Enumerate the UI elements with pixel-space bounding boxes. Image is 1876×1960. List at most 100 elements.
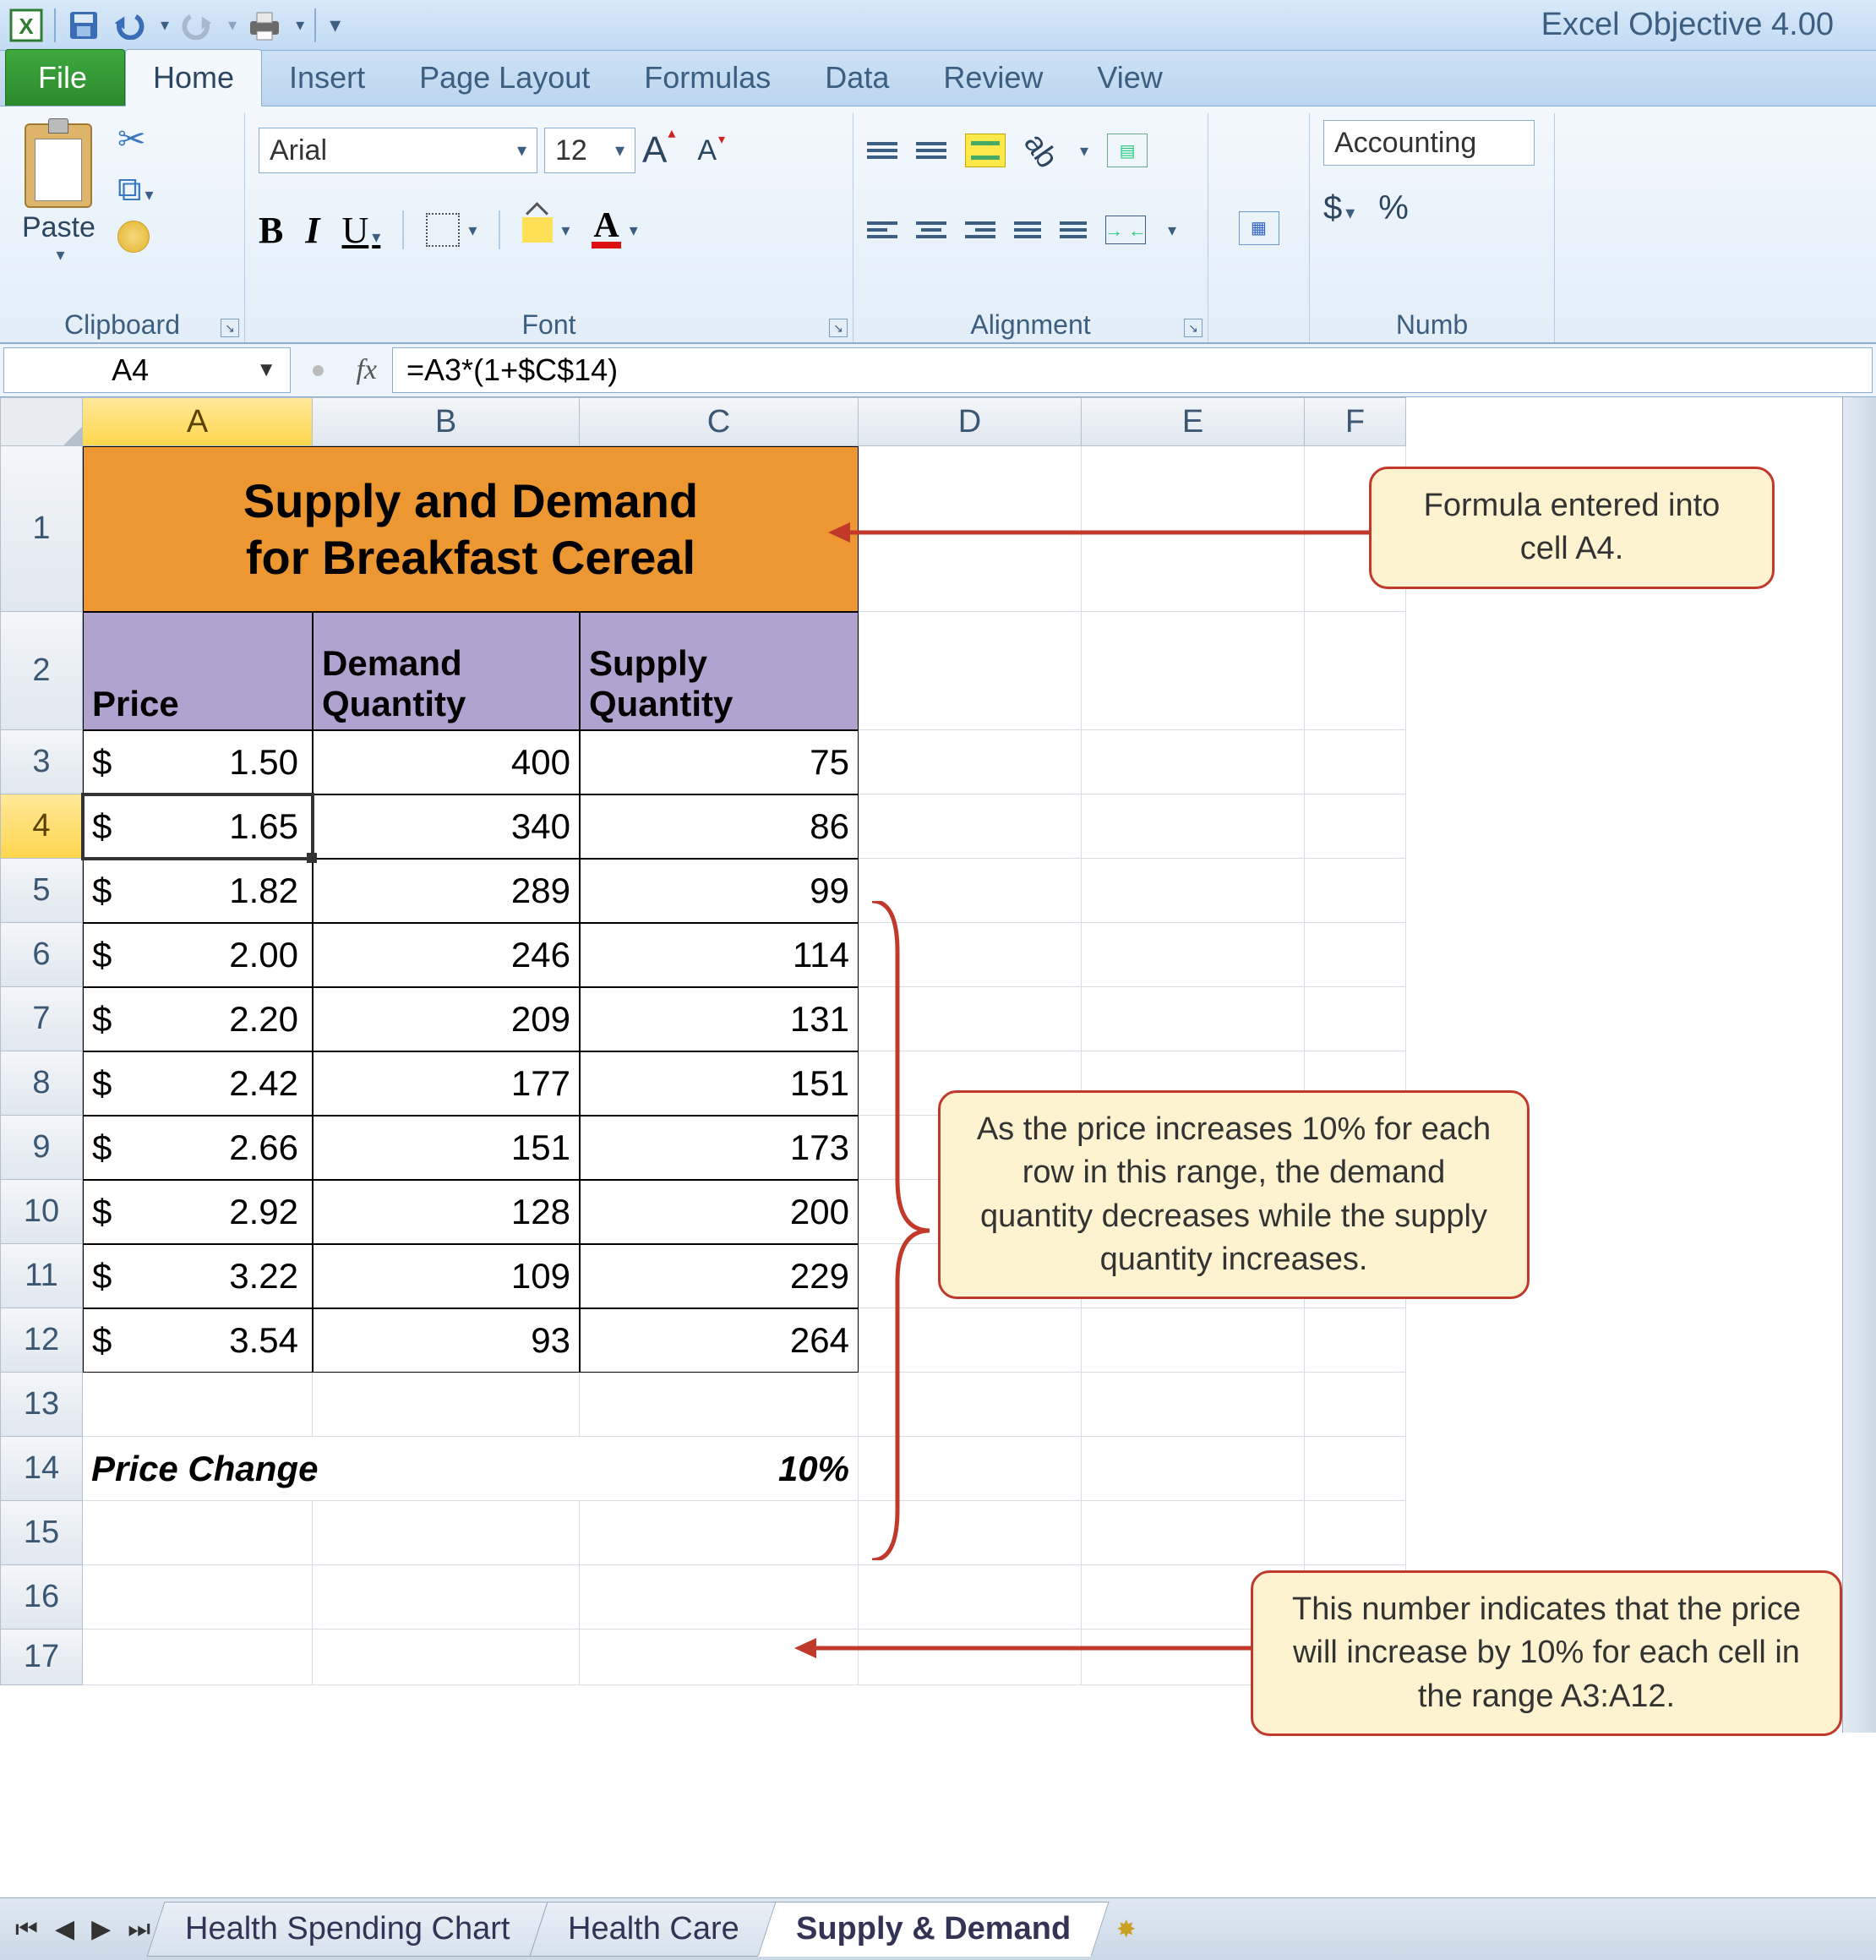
cell-C11[interactable]: 229 <box>580 1244 859 1308</box>
cell-E2[interactable] <box>1082 612 1305 730</box>
borders-button[interactable]: ▾ <box>426 213 477 247</box>
cell-C10[interactable]: 200 <box>580 1180 859 1244</box>
increase-font-icon[interactable]: A <box>642 129 667 172</box>
paste-dropdown-icon[interactable]: ▾ <box>56 244 64 265</box>
cell-B5[interactable]: 289 <box>313 859 580 923</box>
alignment-dialog-launcher-icon[interactable]: ↘ <box>1184 319 1202 337</box>
row-header-17[interactable]: 17 <box>0 1630 83 1685</box>
insert-function-icon[interactable]: fx <box>356 354 377 386</box>
row-header-1[interactable]: 1 <box>0 446 83 612</box>
cell-D2[interactable] <box>859 612 1082 730</box>
row-header-3[interactable]: 3 <box>0 730 83 794</box>
cell-E14[interactable] <box>1082 1437 1305 1501</box>
cell-E1[interactable] <box>1082 446 1305 612</box>
sheet-tab-supply-demand[interactable]: Supply & Demand <box>758 1902 1110 1957</box>
cell-A3[interactable]: $1.50 <box>83 730 313 794</box>
cell-D13[interactable] <box>859 1373 1082 1437</box>
cell-C17[interactable] <box>580 1630 859 1685</box>
cell-F5[interactable] <box>1305 859 1406 923</box>
orientation-icon[interactable]: ab <box>1017 127 1065 175</box>
cell-B17[interactable] <box>313 1630 580 1685</box>
cell-C15[interactable] <box>580 1501 859 1565</box>
print-dropdown-icon[interactable]: ▾ <box>296 14 304 35</box>
redo-dropdown-icon[interactable]: ▾ <box>228 14 237 35</box>
cell-C2[interactable]: SupplyQuantity <box>580 612 859 730</box>
bold-button[interactable]: B <box>259 209 283 252</box>
row-header-2[interactable]: 2 <box>0 612 83 730</box>
cell-D1[interactable] <box>859 446 1082 612</box>
cell-D4[interactable] <box>859 794 1082 859</box>
cell-A5[interactable]: $1.82 <box>83 859 313 923</box>
col-header-F[interactable]: F <box>1305 397 1406 446</box>
cell-E6[interactable] <box>1082 923 1305 987</box>
cell-A17[interactable] <box>83 1630 313 1685</box>
cell-C14[interactable]: 10% <box>580 1437 859 1501</box>
cell-B13[interactable] <box>313 1373 580 1437</box>
cell-C4[interactable]: 86 <box>580 794 859 859</box>
cell-F12[interactable] <box>1305 1308 1406 1373</box>
cell-F15[interactable] <box>1305 1501 1406 1565</box>
cell-B6[interactable]: 246 <box>313 923 580 987</box>
cell-E7[interactable] <box>1082 987 1305 1051</box>
insert-cells-icon[interactable]: ▦ <box>1239 211 1279 245</box>
row-header-9[interactable]: 9 <box>0 1116 83 1180</box>
tab-home[interactable]: Home <box>125 49 262 106</box>
cell-B2[interactable]: DemandQuantity <box>313 612 580 730</box>
cell-C5[interactable]: 99 <box>580 859 859 923</box>
fill-color-button[interactable]: ▾ <box>522 217 570 243</box>
accounting-format-button[interactable]: $▾ <box>1323 189 1355 227</box>
cell-F7[interactable] <box>1305 987 1406 1051</box>
align-center-icon[interactable] <box>916 221 946 238</box>
align-right-icon[interactable] <box>965 221 995 238</box>
row-header-15[interactable]: 15 <box>0 1501 83 1565</box>
cell-C12[interactable]: 264 <box>580 1308 859 1373</box>
col-header-A[interactable]: A <box>83 397 313 446</box>
cell-D15[interactable] <box>859 1501 1082 1565</box>
orientation-dropdown-icon[interactable]: ▾ <box>1080 140 1088 161</box>
cell-C3[interactable]: 75 <box>580 730 859 794</box>
cell-A6[interactable]: $2.00 <box>83 923 313 987</box>
cell-D3[interactable] <box>859 730 1082 794</box>
cell-A8[interactable]: $2.42 <box>83 1051 313 1116</box>
cell-F2[interactable] <box>1305 612 1406 730</box>
cell-A7[interactable]: $2.20 <box>83 987 313 1051</box>
cell-F13[interactable] <box>1305 1373 1406 1437</box>
font-color-button[interactable]: A▾ <box>592 211 637 248</box>
cell-D6[interactable] <box>859 923 1082 987</box>
cell-C7[interactable]: 131 <box>580 987 859 1051</box>
cell-F14[interactable] <box>1305 1437 1406 1501</box>
italic-button[interactable]: I <box>305 209 319 252</box>
row-header-11[interactable]: 11 <box>0 1244 83 1308</box>
customize-qat-icon[interactable]: ▾ <box>330 12 341 38</box>
cell-B12[interactable]: 93 <box>313 1308 580 1373</box>
font-dialog-launcher-icon[interactable]: ↘ <box>829 319 848 337</box>
format-painter-icon[interactable] <box>117 221 150 253</box>
row-header-16[interactable]: 16 <box>0 1565 83 1630</box>
row-header-13[interactable]: 13 <box>0 1373 83 1437</box>
wrap-text-button[interactable]: ▤ <box>1107 134 1148 167</box>
cell-A13[interactable] <box>83 1373 313 1437</box>
cell-A11[interactable]: $3.22 <box>83 1244 313 1308</box>
cell-A16[interactable] <box>83 1565 313 1630</box>
new-sheet-icon[interactable]: ✸ <box>1099 1915 1152 1943</box>
cell-B16[interactable] <box>313 1565 580 1630</box>
copy-icon[interactable]: ⧉▾ <box>117 171 154 209</box>
cell-A15[interactable] <box>83 1501 313 1565</box>
number-format-combo[interactable]: Accounting <box>1323 120 1535 166</box>
cell-E13[interactable] <box>1082 1373 1305 1437</box>
cell-D12[interactable] <box>859 1308 1082 1373</box>
decrease-indent-icon[interactable] <box>1014 221 1041 238</box>
row-header-8[interactable]: 8 <box>0 1051 83 1116</box>
wrap-text-icon[interactable] <box>965 134 1006 167</box>
col-header-D[interactable]: D <box>859 397 1082 446</box>
tab-file[interactable]: File <box>5 49 125 106</box>
name-box[interactable]: A4 ▼ <box>3 347 291 393</box>
cell-E15[interactable] <box>1082 1501 1305 1565</box>
sheet-tab-health-spending[interactable]: Health Spending Chart <box>147 1902 549 1957</box>
cell-D16[interactable] <box>859 1565 1082 1630</box>
undo-dropdown-icon[interactable]: ▾ <box>161 14 169 35</box>
tab-formulas[interactable]: Formulas <box>617 50 798 106</box>
cell-C8[interactable]: 151 <box>580 1051 859 1116</box>
underline-button[interactable]: U▾ <box>341 209 380 252</box>
cell-C9[interactable]: 173 <box>580 1116 859 1180</box>
